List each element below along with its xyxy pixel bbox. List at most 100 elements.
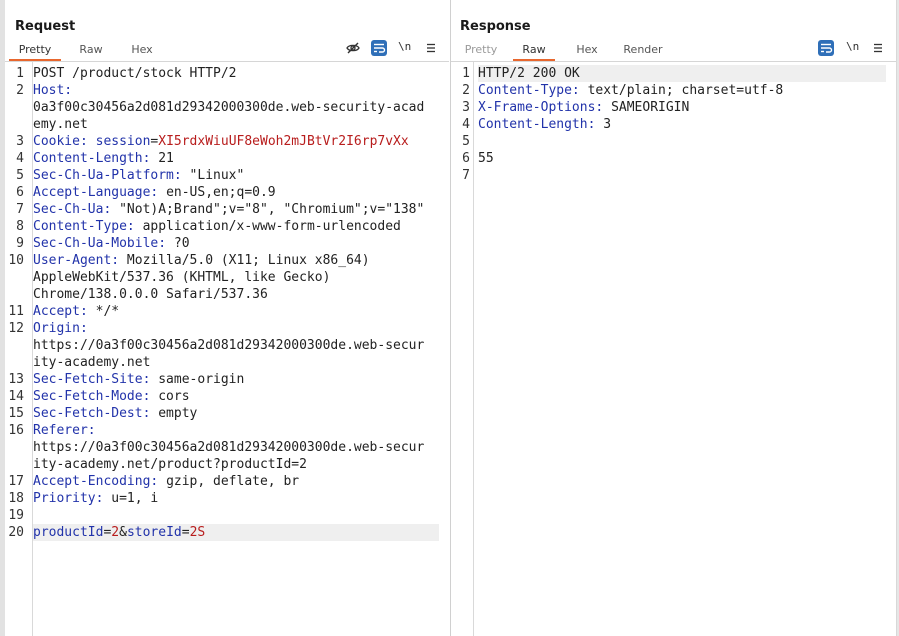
code-text: Mozilla/5.0 (X11; Linux x86_64) <box>126 253 370 268</box>
code-text: https://0a3f00c30456a2d081d29342000300de… <box>33 338 425 353</box>
menu-icon[interactable] <box>870 40 886 56</box>
code-line[interactable]: POST /product/stock HTTP/2 <box>33 65 439 82</box>
line-number: 14 <box>8 389 24 404</box>
header-name: Accept-Language: <box>33 185 167 200</box>
code-line[interactable]: productId=2&storeId=2S <box>33 524 439 541</box>
line-number: 4 <box>462 117 470 132</box>
line-number-gutter: 1 2 3 4 5 6 7 8 9 10 11 12 13 14 15 16 17 18 19 20 <box>5 62 33 636</box>
tab-response-hex[interactable]: Hex <box>567 40 607 60</box>
header-name: Accept: <box>33 304 96 319</box>
code-text: 21 <box>158 151 174 166</box>
tab-request-pretty[interactable]: Pretty <box>9 40 61 61</box>
code-line[interactable]: Cookie: session=XI5rdxWiuUF8eWoh2mJBtVr2… <box>33 133 439 150</box>
line-number: 1 <box>462 66 470 81</box>
request-panel: Request Pretty Raw Hex \n 1 2 3 4 5 6 7 8 9 10 11 1… <box>0 0 449 636</box>
header-name: Referer: <box>33 423 96 438</box>
code-line[interactable]: Chrome/138.0.0.0 Safari/537.36 <box>33 286 439 303</box>
line-number: 8 <box>16 219 24 234</box>
line-number: 6 <box>16 185 24 200</box>
request-title: Request <box>15 19 76 34</box>
tab-response-render[interactable]: Render <box>618 40 668 60</box>
code-text: 0a3f00c30456a2d081d29342000300de.web-sec… <box>33 100 425 115</box>
line-number: 9 <box>16 236 24 251</box>
code-text: cors <box>158 389 190 404</box>
code-text: & <box>119 525 127 540</box>
code-text: empty <box>158 406 198 421</box>
header-name: Content-Length: <box>33 151 159 166</box>
line-number-gutter: 1 2 3 4 5 6 7 <box>451 62 474 636</box>
parameter-name: session <box>95 134 151 149</box>
code-text: = <box>181 525 190 540</box>
newline-toggle-icon[interactable]: \n <box>398 40 414 56</box>
line-number: 13 <box>8 372 24 387</box>
code-line[interactable]: Accept: */* <box>33 303 439 320</box>
header-name: Content-Type: <box>33 219 143 234</box>
code-text: 3 <box>603 117 612 132</box>
code-line[interactable]: Sec-Fetch-Mode: cors <box>33 388 439 405</box>
code-line[interactable]: Content-Length: 21 <box>33 150 439 167</box>
header-name: Content-Type: <box>478 83 588 98</box>
code-text: Chrome/138.0.0.0 Safari/537.36 <box>33 287 268 302</box>
code-text: "Linux" <box>189 168 245 183</box>
code-text: application/x-www-form-urlencoded <box>142 219 401 234</box>
code-line[interactable]: HTTP/2 200 OK <box>478 65 886 82</box>
line-number: 17 <box>8 474 24 489</box>
wrap-lines-icon[interactable] <box>371 40 387 56</box>
code-line[interactable]: ity-academy.net/product?productId=2 <box>33 456 439 473</box>
code-line[interactable]: Sec-Ch-Ua-Mobile: ?0 <box>33 235 439 252</box>
code-line[interactable]: Referer: <box>33 422 439 439</box>
code-line[interactable]: X-Frame-Options: SAMEORIGIN <box>478 99 886 116</box>
code-line[interactable]: Content-Type: text/plain; charset=utf-8 <box>478 82 886 99</box>
code-text: */* <box>95 304 120 319</box>
menu-icon[interactable] <box>423 40 439 56</box>
eye-off-icon[interactable] <box>345 40 361 56</box>
tab-request-raw[interactable]: Raw <box>71 40 111 60</box>
code-text: same-origin <box>158 372 245 387</box>
tab-request-hex[interactable]: Hex <box>122 40 162 60</box>
code-line[interactable]: ity-academy.net <box>33 354 439 371</box>
request-editor[interactable]: 1 2 3 4 5 6 7 8 9 10 11 12 13 14 15 16 17 18 19 20 POST /pr… <box>5 62 449 636</box>
code-text: u=1, i <box>111 491 159 506</box>
wrap-lines-icon[interactable] <box>818 40 834 56</box>
line-number: 4 <box>16 151 24 166</box>
code-line[interactable]: User-Agent: Mozilla/5.0 (X11; Linux x86_… <box>33 252 439 269</box>
code-line[interactable]: Priority: u=1, i <box>33 490 439 507</box>
parameter-name: storeId <box>126 525 182 540</box>
code-line[interactable]: Accept-Language: en-US,en;q=0.9 <box>33 184 439 201</box>
parameter-value: XI5rdxWiuUF8eWoh2mJBtVr2I6rp7vXx <box>158 134 409 149</box>
code-line[interactable]: https://0a3f00c30456a2d081d29342000300de… <box>33 337 439 354</box>
header-name: User-Agent: <box>33 253 127 268</box>
newline-toggle-icon[interactable]: \n <box>846 40 862 56</box>
code-line[interactable]: Sec-Ch-Ua: "Not)A;Brand";v="8", "Chromiu… <box>33 201 439 218</box>
code-text: en-US,en;q=0.9 <box>166 185 276 200</box>
response-editor[interactable]: 1234567 HTTP/2 200 OK Content-Type: text/… <box>451 62 896 636</box>
parameter-value: 2S <box>189 525 206 540</box>
code-text: gzip, deflate, br <box>166 474 300 489</box>
code-line[interactable]: https://0a3f00c30456a2d081d29342000300de… <box>33 439 439 456</box>
header-name: Sec-Fetch-Site: <box>33 372 159 387</box>
code-text: emy.net <box>33 117 88 132</box>
tab-response-pretty[interactable]: Pretty <box>456 40 506 60</box>
code-line[interactable]: Content-Type: application/x-www-form-url… <box>33 218 439 235</box>
line-number: 5 <box>16 168 24 183</box>
tab-response-raw[interactable]: Raw <box>513 40 555 61</box>
code-line[interactable]: Sec-Ch-Ua-Platform: "Linux" <box>33 167 439 184</box>
code-line[interactable]: Accept-Encoding: gzip, deflate, br <box>33 473 439 490</box>
code-text: POST /product/stock HTTP/2 <box>33 66 237 81</box>
header-name: Sec-Ch-Ua-Platform: <box>33 168 190 183</box>
code-line[interactable]: Content-Length: 3 <box>478 116 886 133</box>
code-line[interactable]: Origin: <box>33 320 439 337</box>
line-number: 10 <box>8 253 24 268</box>
code-line[interactable]: Sec-Fetch-Dest: empty <box>33 405 439 422</box>
code-line[interactable]: emy.net <box>33 116 439 133</box>
code-line[interactable]: 0a3f00c30456a2d081d29342000300de.web-sec… <box>33 99 439 116</box>
code-line[interactable]: Sec-Fetch-Site: same-origin <box>33 371 439 388</box>
line-number: 5 <box>462 134 470 149</box>
header-name: X-Frame-Options: <box>478 100 612 115</box>
code-line[interactable]: AppleWebKit/537.36 (KHTML, like Gecko) <box>33 269 439 286</box>
line-number: 1 <box>16 66 24 81</box>
line-number: 7 <box>16 202 24 217</box>
code-line[interactable]: Host: <box>33 82 439 99</box>
code-line[interactable]: 55 <box>478 150 886 167</box>
line-number: 3 <box>462 100 470 115</box>
